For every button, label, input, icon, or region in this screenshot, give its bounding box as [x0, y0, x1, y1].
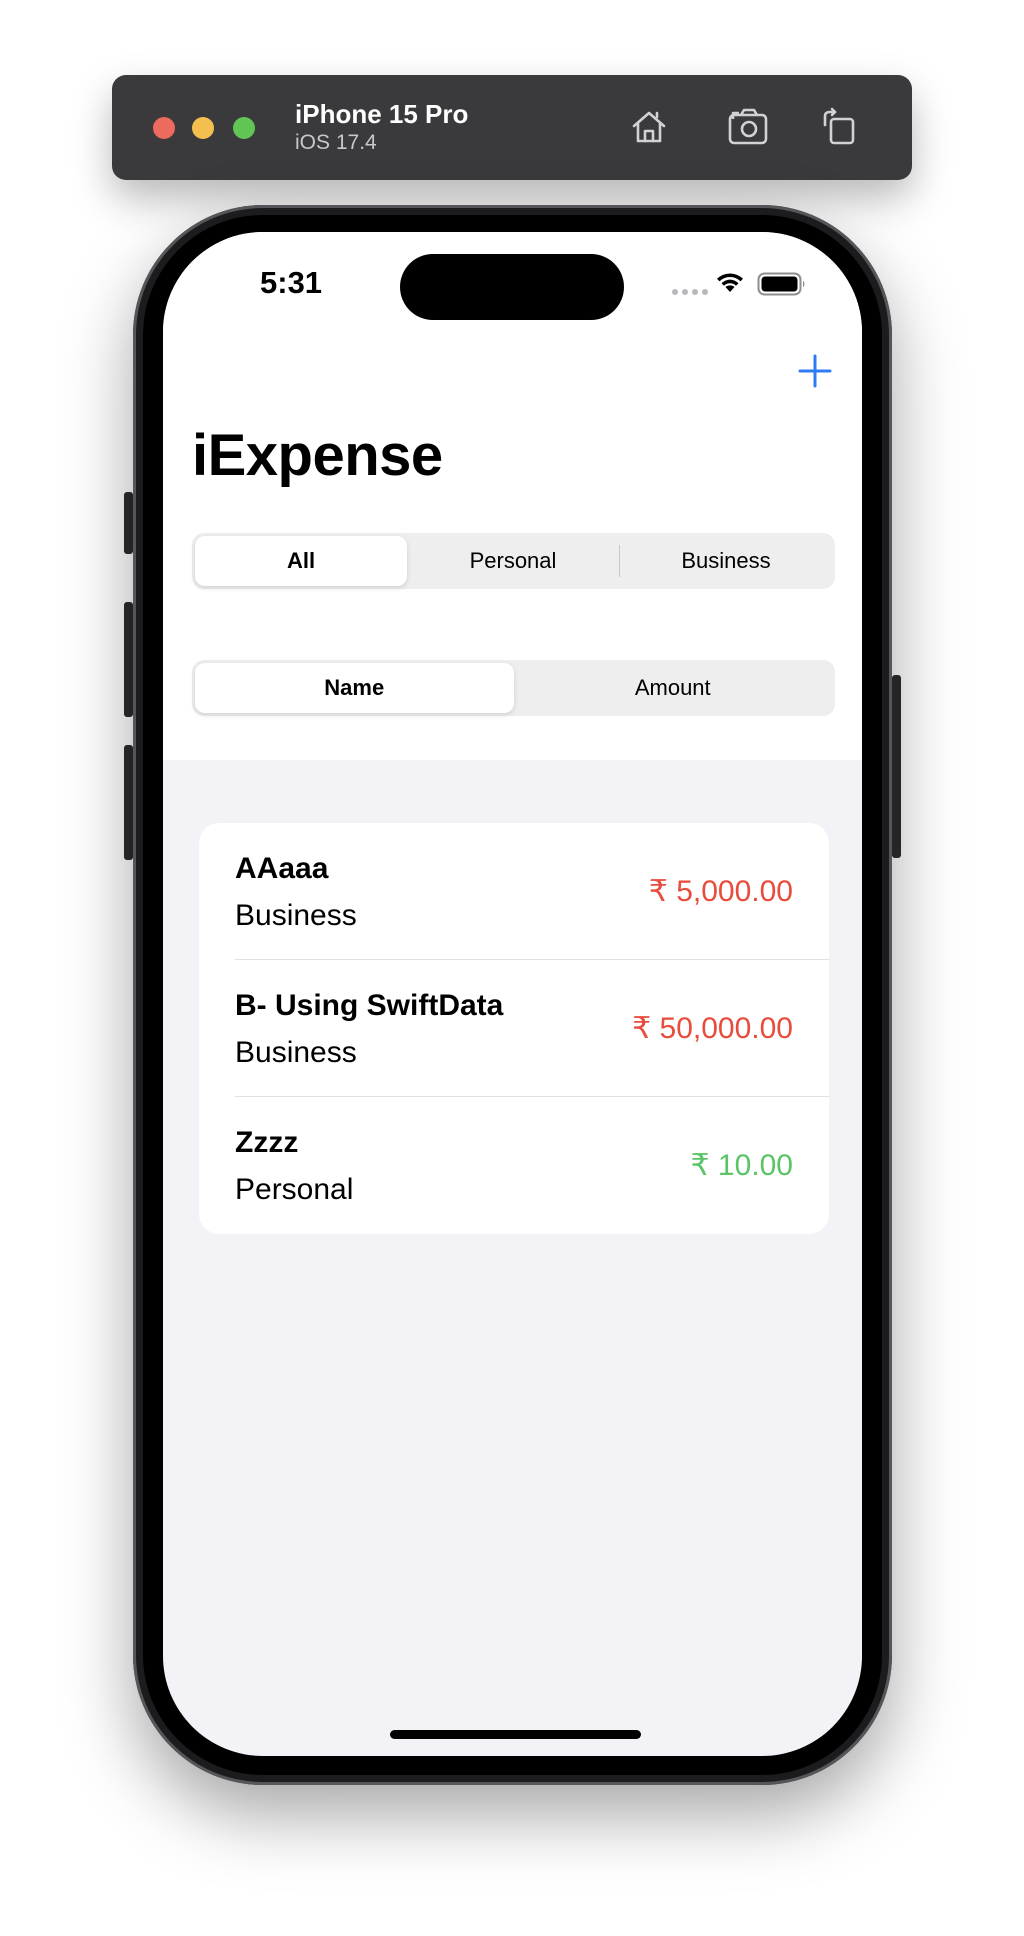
expense-name: AAaaa	[235, 852, 329, 885]
wifi-icon	[717, 273, 743, 292]
home-icon	[632, 111, 666, 143]
expense-type: Personal	[235, 1173, 354, 1206]
plus-icon	[798, 354, 832, 388]
device-name: iPhone 15 Pro	[295, 99, 469, 129]
cellular-icon	[672, 289, 708, 295]
filter-option-business[interactable]: Business	[620, 536, 832, 586]
add-expense-button[interactable]	[793, 349, 837, 393]
volume-down-button	[124, 745, 133, 860]
zoom-window-button[interactable]	[233, 117, 255, 139]
screenshot-button[interactable]	[725, 103, 773, 151]
action-button	[124, 492, 133, 554]
volume-up-button	[124, 602, 133, 717]
expense-type: Business	[235, 1036, 357, 1069]
list-item[interactable]: B- Using SwiftData Business ₹ 50,000.00	[199, 960, 829, 1097]
sort-option-name[interactable]: Name	[195, 663, 514, 713]
device-screen: AAaaa Business ₹ 5,000.00 B- Using Swift…	[163, 232, 862, 1756]
filter-option-personal[interactable]: Personal	[407, 536, 619, 586]
close-window-button[interactable]	[153, 117, 175, 139]
battery-icon	[757, 272, 805, 296]
dynamic-island	[400, 254, 624, 320]
home-indicator[interactable]	[390, 1730, 641, 1739]
expense-list: AAaaa Business ₹ 5,000.00 B- Using Swift…	[199, 823, 829, 1234]
filter-segmented-control: All Personal Business	[192, 533, 835, 589]
sort-option-amount[interactable]: Amount	[514, 663, 833, 713]
rotate-icon	[823, 107, 855, 145]
expense-amount: ₹ 5,000.00	[648, 875, 793, 908]
expense-amount: ₹ 50,000.00	[632, 1012, 793, 1045]
os-version: iOS 17.4	[295, 131, 377, 154]
expense-name: B- Using SwiftData	[235, 989, 504, 1022]
power-button	[892, 675, 901, 858]
iphone-frame: AAaaa Business ₹ 5,000.00 B- Using Swift…	[133, 205, 892, 1785]
rotate-button[interactable]	[815, 103, 863, 151]
expense-name: Zzzz	[235, 1126, 299, 1159]
expense-type: Business	[235, 899, 357, 932]
filter-option-all[interactable]: All	[195, 536, 407, 586]
expense-amount: ₹ 10.00	[690, 1149, 794, 1182]
screenshot-icon	[728, 108, 768, 145]
status-time: 5:31	[260, 265, 323, 300]
list-item[interactable]: AAaaa Business ₹ 5,000.00	[199, 823, 829, 960]
home-button[interactable]	[625, 103, 673, 151]
page-title: iExpense	[192, 423, 443, 488]
minimize-window-button[interactable]	[192, 117, 214, 139]
simulator-toolbar: iPhone 15 Pro iOS 17.4	[112, 75, 912, 180]
list-item[interactable]: Zzzz Personal ₹ 10.00	[199, 1097, 829, 1234]
sort-segmented-control: Name Amount	[192, 660, 835, 716]
